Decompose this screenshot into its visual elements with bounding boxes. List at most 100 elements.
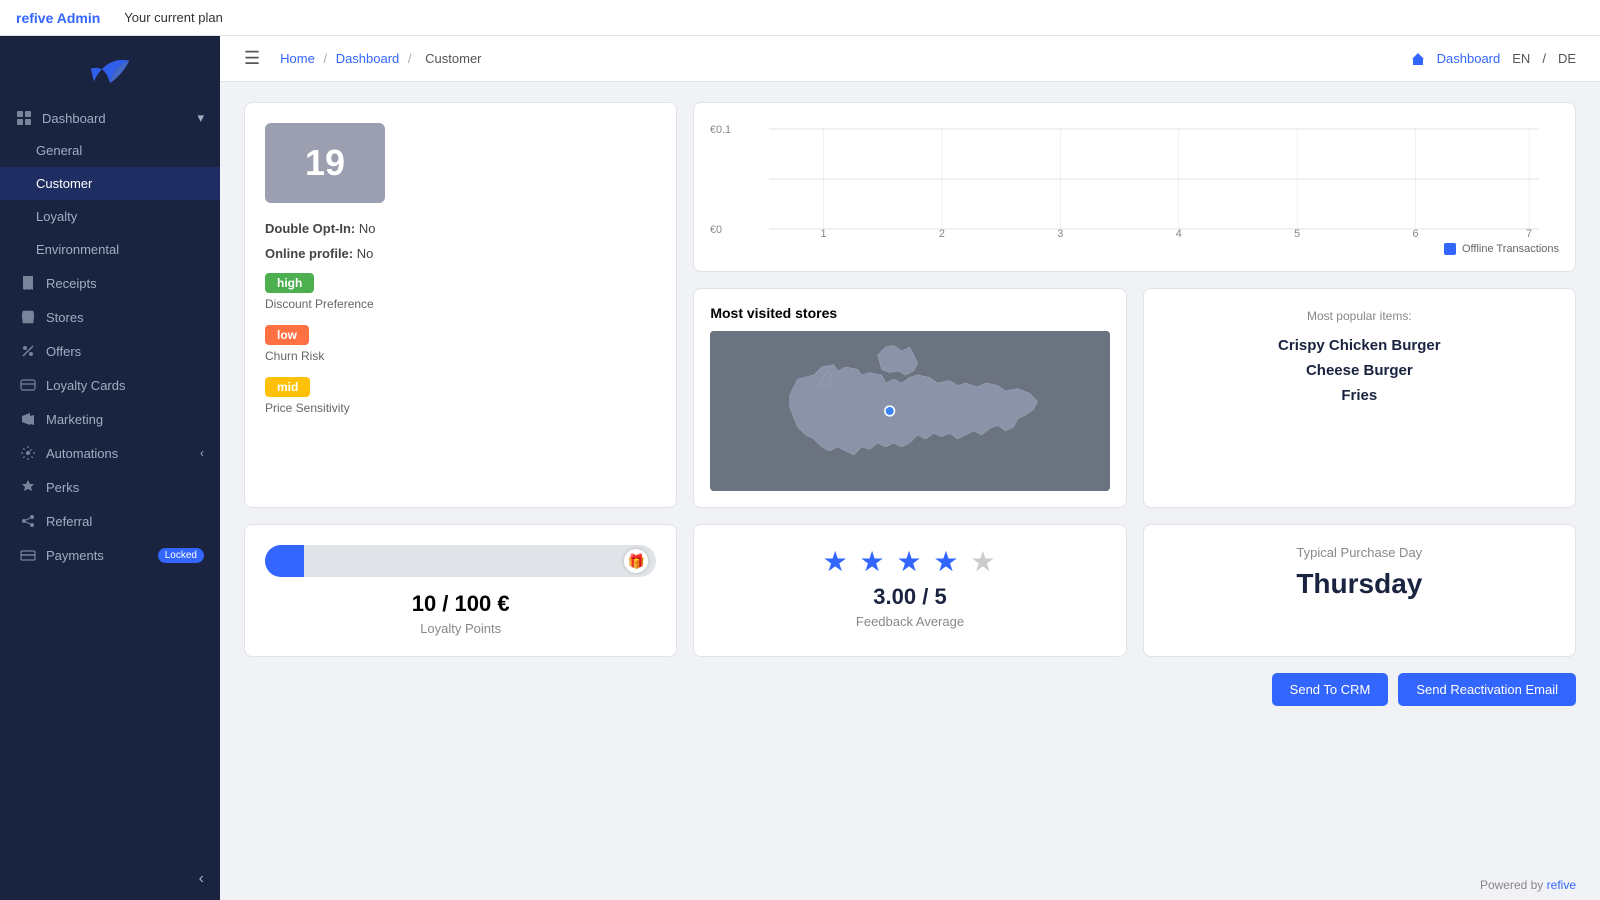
powered-by: Powered by refive	[220, 870, 1600, 900]
bottom-row: 🎁 10 / 100 € Loyalty Points ★ ★ ★ ★ ★ 3.…	[244, 524, 1576, 657]
star-2: ★	[860, 546, 887, 577]
most-visited-stores-card: Most visited stores	[693, 288, 1126, 508]
automations-chevron: ‹	[200, 446, 204, 460]
payments-icon	[20, 547, 36, 563]
sidebar-item-environmental[interactable]: Environmental	[0, 233, 220, 266]
chart-card: €0.1 €0 1 2 3 4 5 6 7	[693, 102, 1576, 272]
discount-label: Discount Preference	[265, 297, 656, 311]
main-layout: Dashboard ▾ General Customer Loyalty Env…	[0, 36, 1600, 900]
popular-items-card: Most popular items: Crispy Chicken Burge…	[1143, 288, 1576, 508]
sidebar-logo	[0, 36, 220, 102]
refive-link[interactable]: refive	[1547, 878, 1576, 892]
breadcrumb-current: Customer	[425, 51, 481, 66]
automations-icon	[20, 445, 36, 461]
legend-dot	[1444, 243, 1456, 255]
star-1: ★	[823, 546, 850, 577]
svg-text:2: 2	[939, 228, 945, 239]
breadcrumb-home[interactable]: Home	[280, 51, 315, 66]
send-crm-button[interactable]: Send To CRM	[1272, 673, 1389, 706]
svg-text:5: 5	[1294, 228, 1300, 239]
header-right: Dashboard EN / DE	[1411, 51, 1576, 66]
svg-text:4: 4	[1176, 228, 1182, 239]
popular-items-title: Most popular items:	[1164, 309, 1555, 323]
action-row: Send To CRM Send Reactivation Email	[244, 673, 1576, 706]
sidebar-item-marketing[interactable]: Marketing	[0, 402, 220, 436]
gift-icon: 🎁	[624, 549, 648, 573]
star-5: ★	[970, 546, 997, 577]
svg-text:6: 6	[1413, 228, 1419, 239]
sidebar-item-offers[interactable]: Offers	[0, 334, 220, 368]
page-content: 19 Double Opt-In: No Online profile: No …	[220, 82, 1600, 870]
loyalty-points-display: 10 / 100 €	[265, 591, 656, 617]
lang-en[interactable]: EN	[1512, 51, 1530, 66]
purchase-day-value: Thursday	[1164, 568, 1555, 600]
sidebar-item-payments[interactable]: Payments Locked	[0, 538, 220, 572]
sidebar-footer: ‹	[0, 858, 220, 900]
online-profile-row: Online profile: No	[265, 246, 656, 261]
churn-label: Churn Risk	[265, 349, 656, 363]
purchase-day-title: Typical Purchase Day	[1164, 545, 1555, 560]
header-dashboard-link[interactable]: Dashboard	[1437, 51, 1501, 66]
breadcrumb: Home / Dashboard / Customer	[280, 51, 486, 66]
sidebar-item-automations[interactable]: Automations ‹	[0, 436, 220, 470]
sidebar-item-customer[interactable]: Customer	[0, 167, 220, 200]
store-icon	[20, 309, 36, 325]
star-4: ★	[933, 546, 960, 577]
svg-text:€0: €0	[710, 224, 722, 236]
breadcrumb-sep-1: /	[323, 51, 330, 66]
popular-item-1: Crispy Chicken Burger	[1164, 337, 1555, 354]
send-reactivation-button[interactable]: Send Reactivation Email	[1398, 673, 1576, 706]
price-badge: mid	[265, 377, 310, 397]
stores-card-title: Most visited stores	[710, 305, 1109, 321]
purchase-day-card: Typical Purchase Day Thursday	[1143, 524, 1576, 657]
sidebar-item-general[interactable]: General	[0, 134, 220, 167]
perks-icon	[20, 479, 36, 495]
dashboard-icon	[16, 110, 32, 126]
sidebar: Dashboard ▾ General Customer Loyalty Env…	[0, 36, 220, 900]
europe-map-svg	[710, 331, 1109, 491]
loyalty-progress-bar: 🎁	[265, 545, 656, 577]
referral-icon	[20, 513, 36, 529]
sidebar-item-dashboard[interactable]: Dashboard ▾	[0, 102, 220, 134]
stars-display: ★ ★ ★ ★ ★	[714, 545, 1105, 578]
breadcrumb-dashboard[interactable]: Dashboard	[336, 51, 400, 66]
locked-badge: Locked	[158, 548, 204, 563]
map-location-dot	[885, 406, 895, 416]
dashboard-grid: 19 Double Opt-In: No Online profile: No …	[244, 102, 1576, 508]
breadcrumb-sep-2: /	[408, 51, 415, 66]
popular-item-3: Fries	[1164, 387, 1555, 404]
loyalty-points-label: Loyalty Points	[265, 621, 656, 636]
sidebar-item-perks[interactable]: Perks	[0, 470, 220, 504]
feedback-label: Feedback Average	[714, 614, 1105, 629]
sidebar-item-receipts[interactable]: Receipts	[0, 266, 220, 300]
sidebar-collapse-button[interactable]: ‹	[199, 870, 204, 888]
sidebar-item-loyalty-cards[interactable]: Loyalty Cards	[0, 368, 220, 402]
customer-number-box: 19	[265, 123, 385, 203]
customer-info-card: 19 Double Opt-In: No Online profile: No …	[244, 102, 677, 508]
refive-logo-icon	[86, 54, 134, 90]
star-3: ★	[896, 546, 923, 577]
sidebar-item-stores[interactable]: Stores	[0, 300, 220, 334]
loyalty-points-card: 🎁 10 / 100 € Loyalty Points	[244, 524, 677, 657]
lang-sep: /	[1542, 51, 1546, 66]
svg-text:3: 3	[1058, 228, 1064, 239]
map-container	[710, 331, 1109, 491]
offers-icon	[20, 343, 36, 359]
topbar: refive Admin Your current plan	[0, 0, 1600, 36]
lang-de[interactable]: DE	[1558, 51, 1576, 66]
dashboard-nav-icon	[1411, 52, 1425, 66]
price-label: Price Sensitivity	[265, 401, 656, 415]
progress-fill	[265, 545, 304, 577]
sidebar-item-loyalty[interactable]: Loyalty	[0, 200, 220, 233]
topbar-plan: Your current plan	[124, 10, 223, 25]
feedback-card: ★ ★ ★ ★ ★ 3.00 / 5 Feedback Average	[693, 524, 1126, 657]
sidebar-item-referral[interactable]: Referral	[0, 504, 220, 538]
discount-badge: high	[265, 273, 314, 293]
feedback-score: 3.00 / 5	[714, 584, 1105, 610]
marketing-icon	[20, 411, 36, 427]
chart-svg: €0.1 €0 1 2 3 4 5 6 7	[710, 119, 1559, 239]
topbar-brand[interactable]: refive Admin	[16, 10, 100, 26]
hamburger-button[interactable]: ☰	[244, 48, 260, 69]
svg-text:1: 1	[821, 228, 827, 239]
chart-legend: Offline Transactions	[710, 243, 1559, 255]
